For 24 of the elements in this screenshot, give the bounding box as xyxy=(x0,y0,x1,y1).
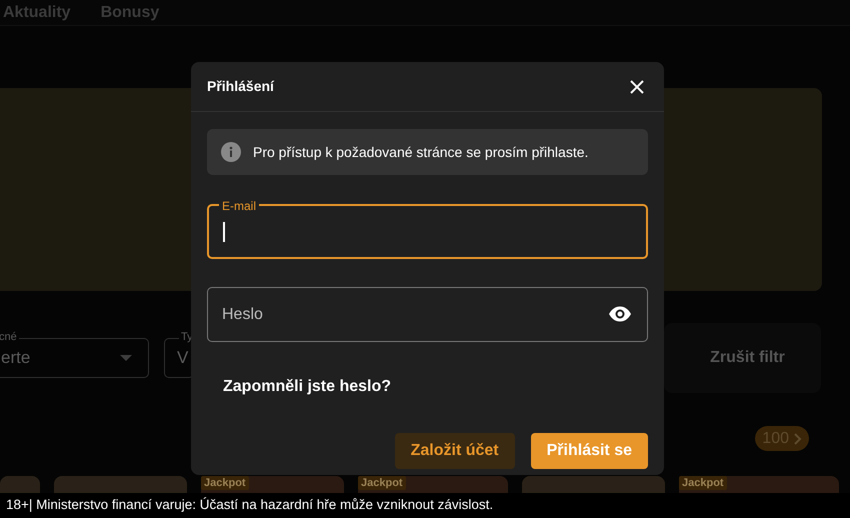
select-value: erte xyxy=(1,347,30,370)
game-thumbnail[interactable]: Jackpot xyxy=(358,476,508,493)
sign-in-button[interactable]: Přihlásit se xyxy=(530,433,648,469)
text-cursor xyxy=(223,222,225,242)
jackpot-badge: Jackpot xyxy=(679,476,727,490)
info-icon xyxy=(221,142,241,162)
dialog-title: Přihlášení xyxy=(207,77,274,96)
game-thumbnail[interactable]: Jackpot xyxy=(679,476,839,493)
create-account-button[interactable]: Založit účet xyxy=(394,433,515,469)
select-value: V xyxy=(177,347,188,370)
game-thumbnail[interactable] xyxy=(0,476,40,493)
chevron-right-icon xyxy=(792,432,802,444)
info-text: Pro přístup k požadované stránce se prosím přihlaste. xyxy=(253,142,588,162)
clear-filter-button[interactable]: Zrušit filtr xyxy=(664,323,821,393)
jackpot-badge: Jackpot xyxy=(358,476,406,490)
jackpot-badge: Jackpot xyxy=(201,476,249,490)
dropdown-caret-icon xyxy=(120,355,132,361)
gambling-warning: 18+| Ministerstvo financí varuje: Účastí na hazardní hře může vzniknout závislost. xyxy=(6,496,494,514)
game-thumbnail[interactable]: Jackpot xyxy=(201,476,344,493)
game-thumbnail[interactable] xyxy=(54,476,187,493)
game-thumbnail[interactable] xyxy=(522,476,665,493)
forgot-password-link[interactable]: Zapomněli jste heslo? xyxy=(223,375,392,399)
eye-icon[interactable] xyxy=(608,306,632,322)
password-field[interactable]: Heslo xyxy=(207,287,648,342)
